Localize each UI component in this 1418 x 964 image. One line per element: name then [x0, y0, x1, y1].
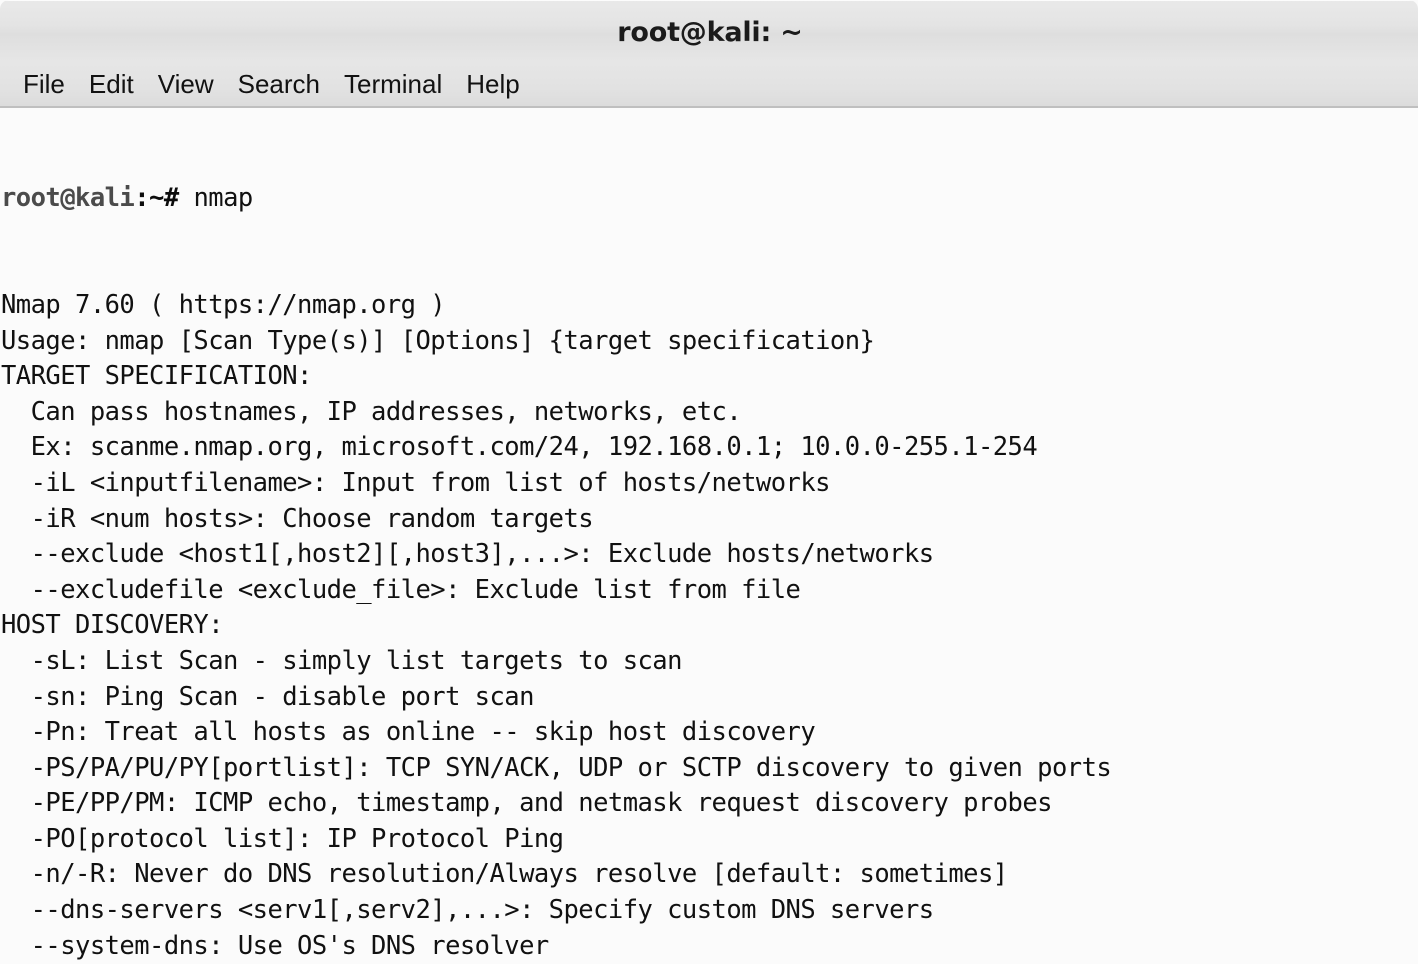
terminal-line: Ex: scanme.nmap.org, microsoft.com/24, 1… — [1, 432, 1038, 463]
terminal-text: root@kali:~# nmap Nmap 7.60 ( https://nm… — [0, 108, 1418, 964]
menu-item-view[interactable]: View — [146, 62, 226, 106]
window-title: root@kali: ~ — [617, 16, 803, 48]
terminal-line: HOST DISCOVERY: — [1, 610, 224, 641]
terminal-prompt-line: root@kali:~# nmap — [1, 181, 1418, 217]
terminal-line: TARGET SPECIFICATION: — [1, 361, 312, 392]
terminal-line: --dns-servers <serv1[,serv2],...>: Speci… — [1, 895, 935, 926]
terminal-line: --exclude <host1[,host2][,host3],...>: E… — [1, 539, 935, 570]
prompt-command: nmap — [178, 183, 253, 214]
terminal-line: -sL: List Scan - simply list targets to … — [1, 645, 683, 676]
terminal-window: root@kali: ~ File Edit View Search Termi… — [0, 0, 1418, 964]
menu-item-edit[interactable]: Edit — [77, 62, 146, 106]
menu-item-terminal[interactable]: Terminal — [332, 62, 454, 106]
terminal-output-area[interactable]: root@kali:~# nmap Nmap 7.60 ( https://nm… — [0, 108, 1418, 964]
terminal-line: -n/-R: Never do DNS resolution/Always re… — [1, 859, 1009, 890]
terminal-line: -sn: Ping Scan - disable port scan — [1, 681, 535, 712]
terminal-line: Nmap 7.60 ( https://nmap.org ) — [1, 289, 446, 320]
terminal-line: Usage: nmap [Scan Type(s)] [Options] {ta… — [1, 325, 875, 356]
menu-bar: File Edit View Search Terminal Help — [0, 62, 1418, 108]
terminal-line: -PO[protocol list]: IP Protocol Ping — [1, 823, 564, 854]
terminal-line: -PS/PA/PU/PY[portlist]: TCP SYN/ACK, UDP… — [1, 752, 1112, 783]
terminal-line: -PE/PP/PM: ICMP echo, timestamp, and net… — [1, 788, 1053, 819]
menu-item-file[interactable]: File — [11, 62, 77, 106]
menu-item-help[interactable]: Help — [454, 62, 531, 106]
terminal-line: -iL <inputfilename>: Input from list of … — [1, 467, 831, 498]
window-titlebar[interactable]: root@kali: ~ — [0, 0, 1418, 62]
terminal-line: -Pn: Treat all hosts as online -- skip h… — [1, 717, 816, 748]
terminal-output-lines: Nmap 7.60 ( https://nmap.org ) Usage: nma… — [1, 288, 1418, 964]
menu-item-search[interactable]: Search — [226, 62, 332, 106]
terminal-line: -iR <num hosts>: Choose random targets — [1, 503, 594, 534]
prompt-host: root@kali — [1, 183, 135, 214]
terminal-line: Can pass hostnames, IP addresses, networ… — [1, 396, 742, 427]
terminal-line: --excludefile <exclude_file>: Exclude li… — [1, 574, 801, 605]
prompt-symbol: :~# — [134, 183, 179, 214]
terminal-line: --system-dns: Use OS's DNS resolver — [1, 930, 550, 961]
